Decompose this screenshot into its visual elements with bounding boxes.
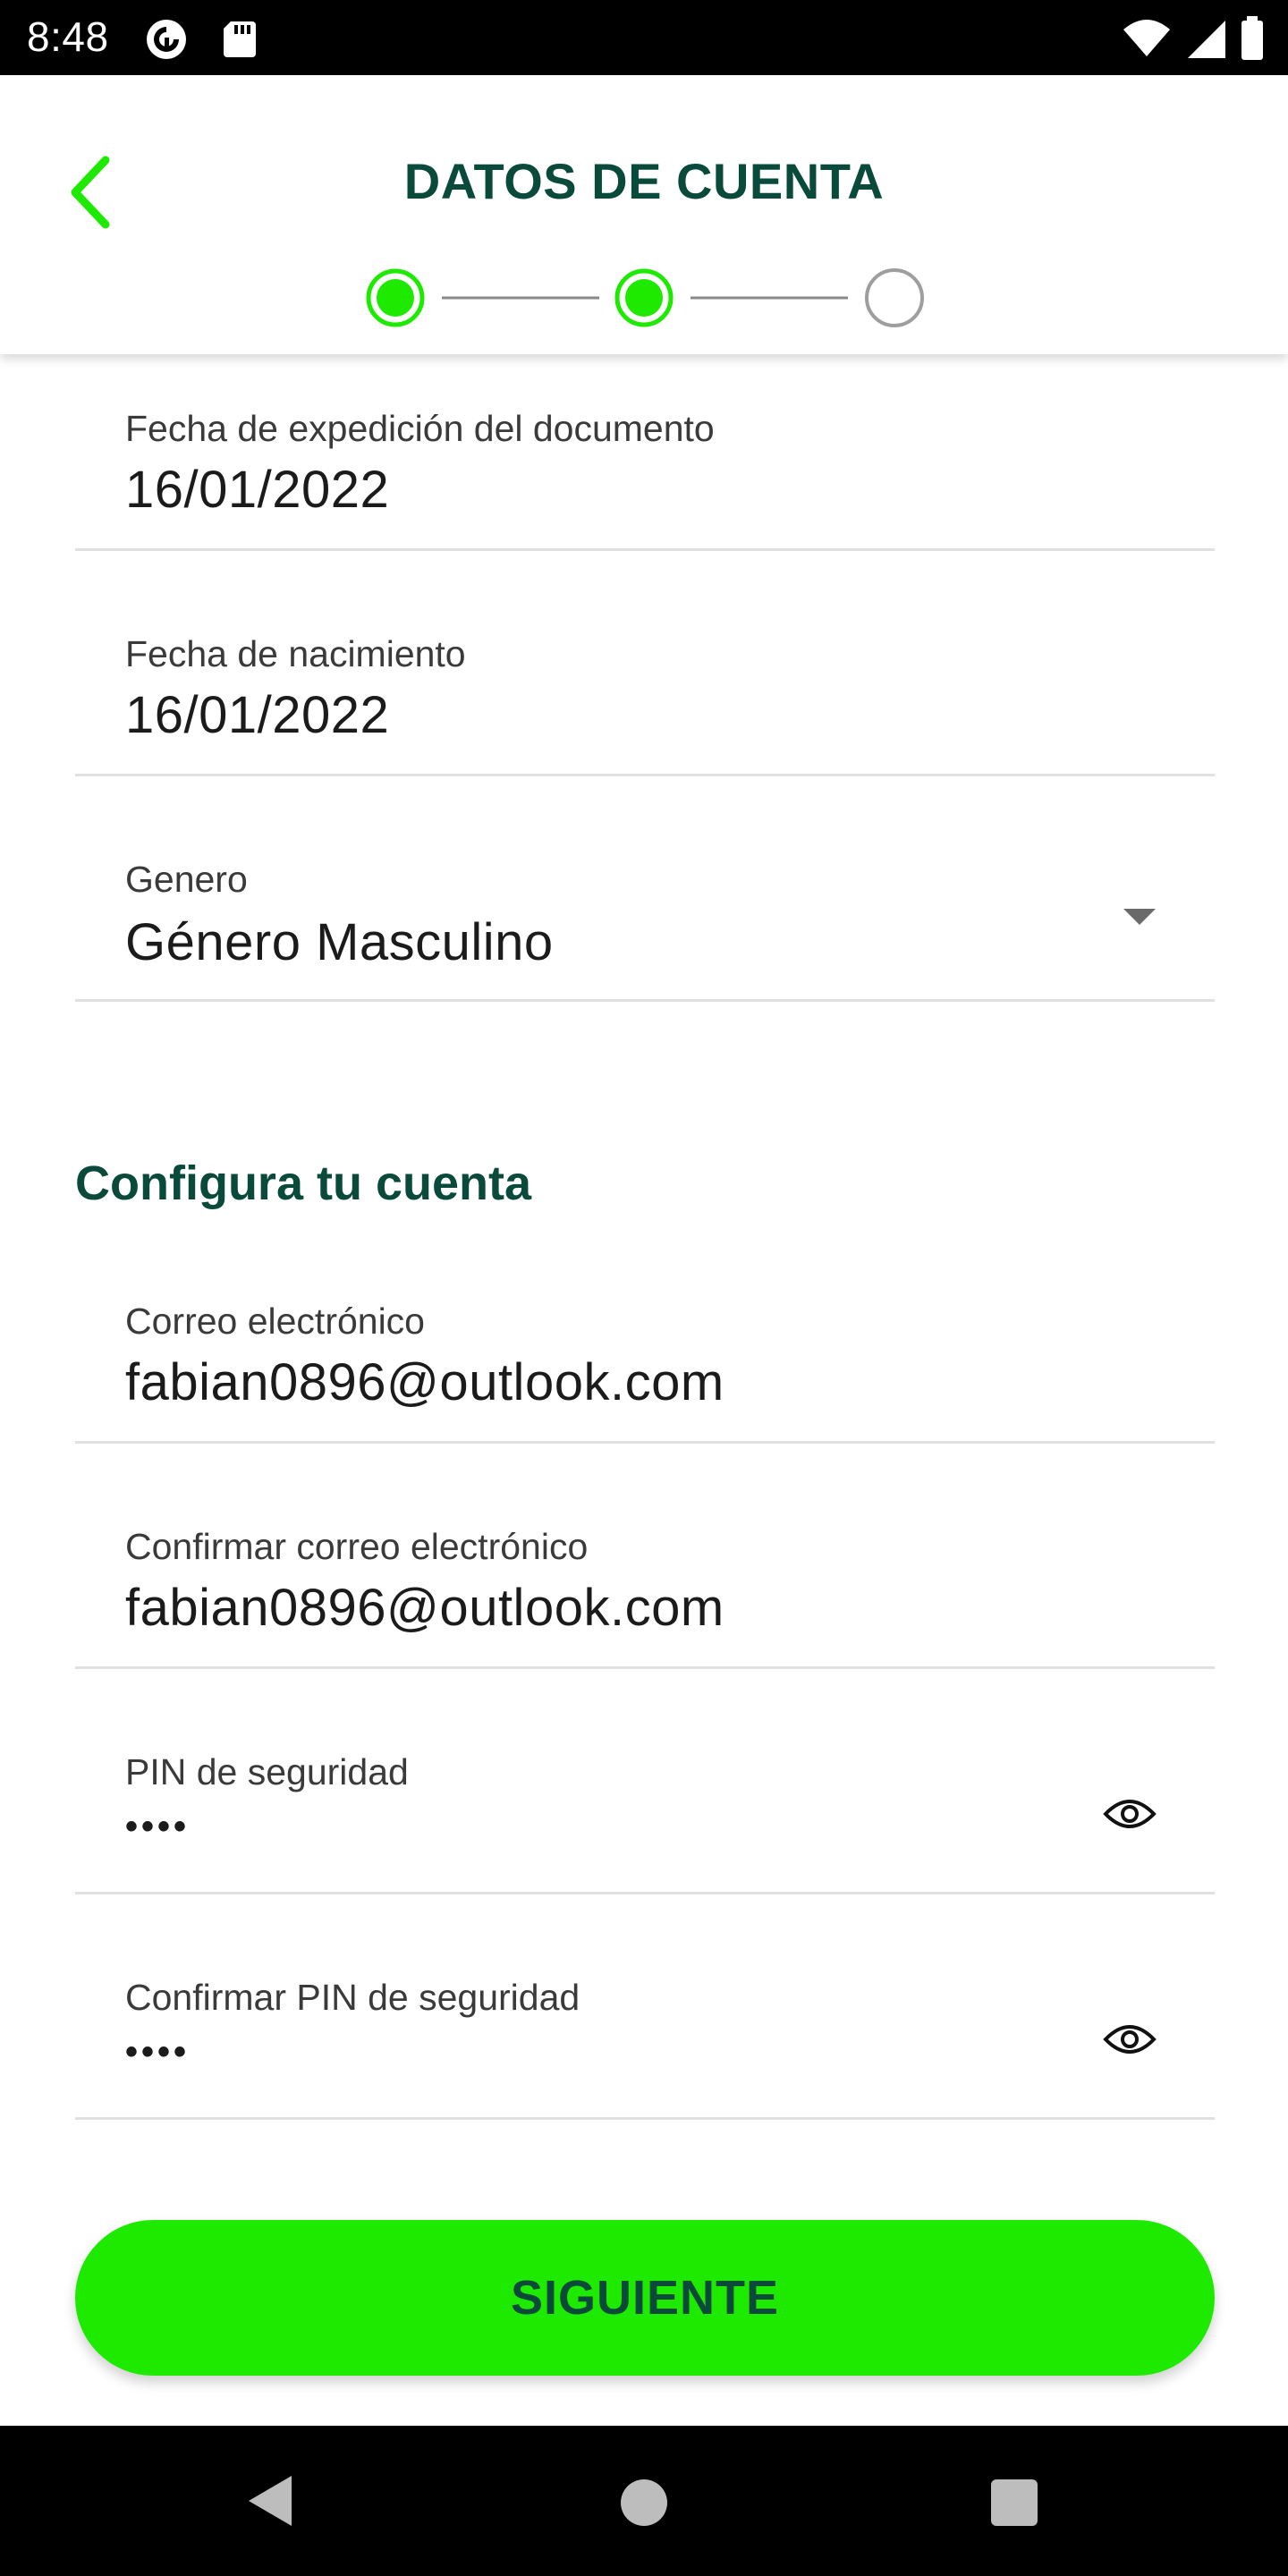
section-title: Configura tu cuenta — [75, 1157, 531, 1210]
confirm-pin-field[interactable]: Confirmar PIN de seguridad •••• — [75, 1894, 1215, 2120]
issue-date-field[interactable]: Fecha de expedición del documento 16/01/… — [75, 354, 1215, 551]
sd-card-icon — [224, 21, 256, 57]
page-title: DATOS DE CUENTA — [403, 153, 885, 209]
field-value: •••• — [125, 2032, 191, 2072]
wifi-icon — [1123, 20, 1170, 56]
field-label: PIN de seguridad — [125, 1751, 409, 1792]
field-value: fabian0896@outlook.com — [125, 1579, 724, 1637]
status-time: 8:48 — [27, 13, 109, 60]
field-value: •••• — [125, 1807, 191, 1846]
field-label: Confirmar PIN de seguridad — [125, 1977, 580, 2018]
app-header: DATOS DE CUENTA — [0, 75, 1288, 354]
field-value: fabian0896@outlook.com — [125, 1353, 724, 1411]
pin-field[interactable]: PIN de seguridad •••• — [75, 1669, 1215, 1894]
battery-icon — [1241, 16, 1263, 60]
field-label: Genero — [125, 859, 248, 900]
toggle-confirm-pin-visibility-button[interactable] — [1098, 2012, 1161, 2066]
status-bar: 8:48 — [0, 0, 1288, 75]
gender-dropdown[interactable]: Genero Género Masculino — [75, 776, 1215, 1002]
next-button[interactable]: SIGUIENTE — [75, 2220, 1215, 2376]
dropdown-arrow-icon[interactable] — [1123, 909, 1156, 925]
pocket-casts-icon — [147, 20, 186, 59]
field-label: Fecha de expedición del documento — [125, 408, 715, 449]
status-right-icons — [1122, 16, 1265, 61]
confirm-email-field[interactable]: Confirmar correo electrónico fabian0896@… — [75, 1444, 1215, 1669]
field-label: Confirmar correo electrónico — [125, 1526, 589, 1567]
email-field[interactable]: Correo electrónico fabian0896@outlook.co… — [75, 1265, 1215, 1444]
field-value: 16/01/2022 — [125, 686, 390, 744]
nav-home-icon[interactable] — [621, 2479, 667, 2526]
eye-icon — [1103, 1800, 1157, 1828]
step-3-indicator — [865, 268, 924, 327]
step-2-indicator — [614, 268, 674, 327]
nav-recents-icon[interactable] — [991, 2479, 1038, 2526]
birth-date-field[interactable]: Fecha de nacimiento 16/01/2022 — [75, 551, 1215, 776]
progress-stepper — [366, 268, 924, 327]
step-1-indicator — [366, 268, 425, 327]
nav-back-icon[interactable] — [243, 2472, 297, 2529]
field-label: Correo electrónico — [125, 1301, 425, 1342]
toggle-pin-visibility-button[interactable] — [1098, 1787, 1161, 1841]
eye-icon — [1103, 2025, 1157, 2054]
field-value: 16/01/2022 — [125, 461, 390, 519]
system-nav-bar — [0, 2426, 1288, 2576]
cell-signal-icon — [1188, 21, 1225, 58]
field-value: Género Masculino — [125, 913, 554, 971]
field-label: Fecha de nacimiento — [125, 633, 466, 674]
